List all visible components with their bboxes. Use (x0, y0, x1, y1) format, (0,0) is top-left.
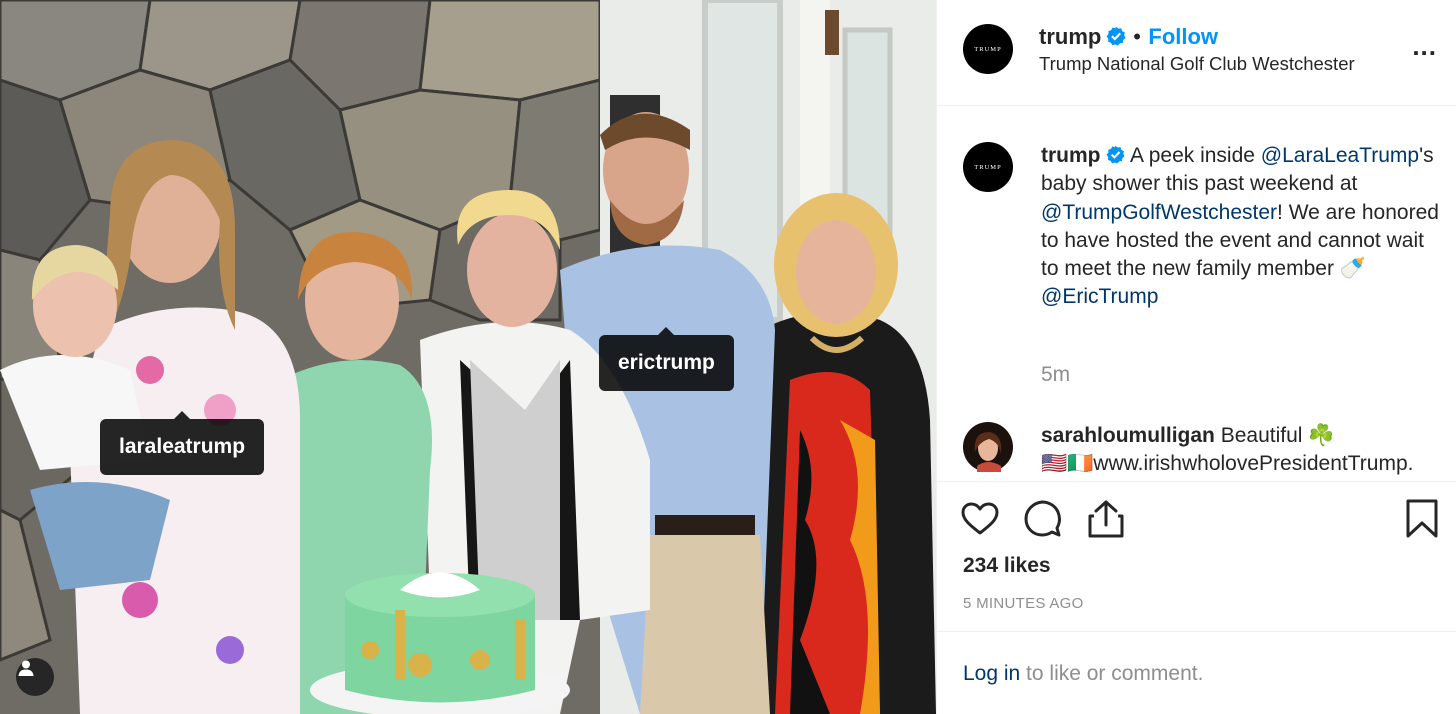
mention-erictrump-link[interactable]: @EricTrump (1041, 285, 1158, 308)
save-bookmark-icon[interactable] (1406, 499, 1438, 539)
photo-tag-erictrump[interactable]: erictrump (599, 327, 734, 391)
mention-trumpgolfwestchester-link[interactable]: @TrumpGolfWestchester (1041, 201, 1277, 224)
comment-flags: 🇺🇸🇮🇪 (1041, 452, 1094, 476)
account-avatar[interactable]: TRUMP (963, 24, 1013, 74)
commenter-username[interactable]: sarahloumulligan (1041, 424, 1215, 447)
comment-item: sarahloumulligan Beautiful ☘️ 🇺🇸🇮🇪www.ir… (1041, 422, 1441, 479)
header-separator: • (1133, 24, 1141, 49)
header-username[interactable]: trump (1039, 24, 1101, 49)
caption-text-1: A peek inside (1130, 144, 1261, 167)
avatar-logo-text: TRUMP (974, 45, 1002, 53)
post-caption: trump A peek inside @LaraLeaTrump's baby… (1041, 142, 1441, 312)
comments-section: TRUMP trump A peek inside @LaraLeaTrump'… (937, 106, 1456, 481)
baby-bottle-emoji: 🍼 (1339, 257, 1366, 281)
share-icon[interactable] (1088, 499, 1124, 539)
verified-badge-icon (1106, 26, 1126, 46)
caption-avatar-logo-text: TRUMP (974, 163, 1002, 171)
post-actions: 234 likes 5 MINUTES AGO (937, 481, 1456, 631)
tagged-users-icon[interactable] (16, 658, 54, 696)
person-icon (18, 660, 34, 676)
login-link[interactable]: Log in (963, 662, 1020, 685)
post-location[interactable]: Trump National Golf Club Westchester (1039, 53, 1355, 75)
post-time-ago: 5 MINUTES AGO (963, 595, 1084, 612)
comment-text-2: www.irishwholovePresidentTrump. (1093, 452, 1414, 476)
like-heart-icon[interactable] (961, 502, 999, 536)
post-photo[interactable]: laraleatrump erictrump (0, 0, 936, 714)
more-options-button[interactable]: ... (1412, 33, 1437, 59)
header-title-line: trump • Follow (1039, 24, 1218, 50)
post-side-panel: TRUMP trump • Follow Trump National Golf… (936, 0, 1456, 714)
comment-bubble-icon[interactable] (1024, 500, 1062, 538)
commenter-avatar[interactable] (963, 422, 1013, 472)
login-rest-text: to like or comment. (1020, 662, 1204, 685)
mention-laraleatrump-link[interactable]: @LaraLeaTrump (1261, 144, 1419, 167)
caption-avatar[interactable]: TRUMP (963, 142, 1013, 192)
post-header: TRUMP trump • Follow Trump National Golf… (937, 0, 1456, 106)
login-prompt: Log in to like or comment. (937, 631, 1456, 714)
photo-tag-laraleatrump[interactable]: laraleatrump (100, 411, 265, 475)
caption-timestamp[interactable]: 5m (1041, 363, 1070, 387)
caption-verified-badge-icon (1106, 145, 1125, 164)
photo-illustration (0, 0, 936, 714)
comment-text: Beautiful ☘️ (1220, 424, 1335, 447)
likes-count[interactable]: 234 likes (963, 554, 1051, 578)
login-prompt-text: Log in to like or comment. (963, 662, 1203, 686)
instagram-post: laraleatrump erictrump TRUMP trump • Fol… (0, 0, 1456, 714)
caption-username[interactable]: trump (1041, 144, 1101, 167)
follow-button[interactable]: Follow (1148, 24, 1218, 49)
